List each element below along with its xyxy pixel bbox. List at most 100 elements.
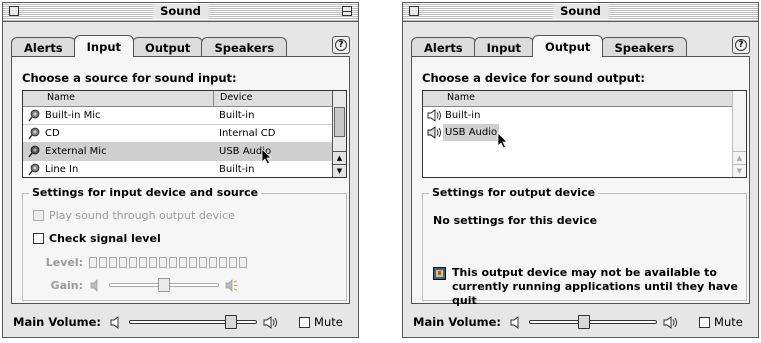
list-body: Built-in Mic Built-in CD Internal CD Ext…: [23, 107, 332, 177]
list-scrollbar[interactable]: ▲ ▼: [732, 91, 746, 177]
checkbox-label: Play sound through output device: [49, 208, 235, 222]
mute-checkbox[interactable]: Mute: [699, 315, 743, 329]
column-header-device[interactable]: Device: [213, 91, 253, 106]
mouse-pointer-icon: [497, 132, 508, 149]
main-volume-track: [529, 320, 658, 324]
tab-bar: Alerts Input Output Speakers: [411, 35, 688, 57]
level-segment: [139, 257, 147, 268]
check-signal-checkbox[interactable]: Check signal level: [33, 231, 161, 245]
main-volume-bar: Main Volume: Mute: [3, 307, 358, 337]
window-title: Sound: [152, 4, 209, 19]
speaker-high-icon: [663, 315, 677, 329]
list-item[interactable]: Line In Built-in: [23, 161, 332, 177]
tab-output[interactable]: Output: [532, 35, 604, 57]
input-settings-group: Settings for input device and source Pla…: [22, 186, 347, 301]
microphone-icon: [28, 127, 40, 140]
gain-label: Gain:: [50, 278, 83, 292]
gain-high-icon: [225, 278, 238, 292]
tab-input[interactable]: Input: [73, 35, 135, 57]
mute-checkbox[interactable]: Mute: [299, 315, 343, 329]
scroll-down-arrow-icon[interactable]: ▼: [733, 164, 746, 177]
level-segment: [229, 257, 237, 268]
source-name: Built-in Mic: [45, 110, 101, 121]
tab-output[interactable]: Output: [132, 37, 204, 57]
zoom-box[interactable]: [342, 6, 352, 16]
level-segment: [219, 257, 227, 268]
list-item[interactable]: Built-in Mic Built-in: [23, 107, 332, 125]
source-name: Line In: [45, 164, 79, 175]
title-bar[interactable]: Sound: [403, 3, 758, 22]
list-header: Name Device ≡: [23, 91, 346, 107]
help-button[interactable]: ?: [332, 36, 350, 54]
panel-heading: Choose a device for sound output:: [422, 71, 645, 85]
column-header-name[interactable]: Name: [447, 92, 475, 103]
help-button[interactable]: ?: [732, 36, 750, 54]
level-segment: [199, 257, 207, 268]
tab-alerts[interactable]: Alerts: [411, 37, 476, 57]
level-segment: [169, 257, 177, 268]
main-volume-label: Main Volume:: [413, 315, 502, 329]
speaker-icon: [427, 109, 441, 122]
close-box[interactable]: [409, 6, 419, 16]
microphone-icon: [28, 163, 40, 176]
sound-window-input: Sound Alerts Input Output Speakers ? Cho…: [2, 2, 359, 338]
warning-text: This output device may not be available …: [452, 266, 738, 307]
main-volume-knob[interactable]: [578, 315, 591, 329]
level-segment: [239, 257, 247, 268]
checkbox-box[interactable]: [33, 209, 44, 221]
column-header-name[interactable]: Name: [47, 92, 75, 103]
level-meter: [89, 257, 249, 268]
scroll-up-arrow-icon[interactable]: ▲: [333, 151, 346, 164]
no-settings-message: No settings for this device: [433, 214, 598, 227]
level-segment: [209, 257, 217, 268]
help-icon: ?: [335, 39, 347, 51]
tab-speakers[interactable]: Speakers: [201, 37, 288, 57]
level-segment: [89, 257, 97, 268]
scroll-down-arrow-icon[interactable]: ▼: [333, 164, 346, 177]
list-item[interactable]: CD Internal CD: [23, 125, 332, 143]
main-volume-track: [129, 320, 258, 324]
output-warning: This output device may not be available …: [433, 266, 753, 308]
speaker-icon: [427, 126, 441, 139]
source-name: External Mic: [45, 146, 107, 157]
main-volume-label: Main Volume:: [13, 315, 102, 329]
speaker-high-icon: [263, 315, 277, 329]
level-segment: [179, 257, 187, 268]
checkbox-box[interactable]: [699, 316, 711, 328]
main-volume-slider[interactable]: [529, 315, 658, 329]
tab-speakers[interactable]: Speakers: [601, 37, 688, 57]
gain-slider-knob[interactable]: [158, 278, 170, 292]
source-device: Built-in: [219, 110, 255, 121]
gain-slider[interactable]: [109, 278, 219, 292]
list-scrollbar[interactable]: ▲ ▼: [332, 91, 346, 177]
close-box[interactable]: [9, 6, 19, 16]
input-source-list[interactable]: Name Device ≡ Built-in Mic Built-in CD I…: [22, 90, 347, 178]
list-item-selected[interactable]: External Mic USB Audio: [23, 143, 332, 161]
mute-label: Mute: [314, 315, 343, 329]
scroll-thumb[interactable]: [334, 107, 345, 137]
mute-label: Mute: [714, 315, 743, 329]
tab-input[interactable]: Input: [473, 37, 535, 57]
warning-icon: [433, 267, 446, 280]
level-segment: [119, 257, 127, 268]
microphone-icon: [28, 145, 40, 158]
panel-heading: Choose a source for sound input:: [22, 71, 237, 85]
tab-bar: Alerts Input Output Speakers: [11, 35, 288, 57]
scroll-up-arrow-icon[interactable]: ▲: [733, 151, 746, 164]
tab-alerts[interactable]: Alerts: [11, 37, 76, 57]
checkbox-box[interactable]: [299, 316, 311, 328]
main-volume-slider[interactable]: [129, 315, 258, 329]
level-label: Level:: [45, 256, 83, 269]
speaker-low-icon: [110, 315, 119, 329]
title-bar[interactable]: Sound: [3, 3, 358, 22]
output-device-list[interactable]: Name ≡ Built-in USB Audio ▲ ▼: [422, 90, 747, 178]
level-segment: [109, 257, 117, 268]
play-through-checkbox[interactable]: Play sound through output device: [33, 208, 235, 222]
checkbox-box[interactable]: [33, 232, 44, 244]
main-volume-knob[interactable]: [225, 315, 238, 329]
level-meter-row: Level:: [43, 256, 249, 269]
input-panel: Choose a source for sound input: Name De…: [11, 56, 350, 304]
output-settings-group: Settings for output device No settings f…: [422, 186, 747, 307]
list-item-selected[interactable]: USB Audio: [423, 124, 732, 141]
list-item[interactable]: Built-in: [423, 107, 732, 124]
